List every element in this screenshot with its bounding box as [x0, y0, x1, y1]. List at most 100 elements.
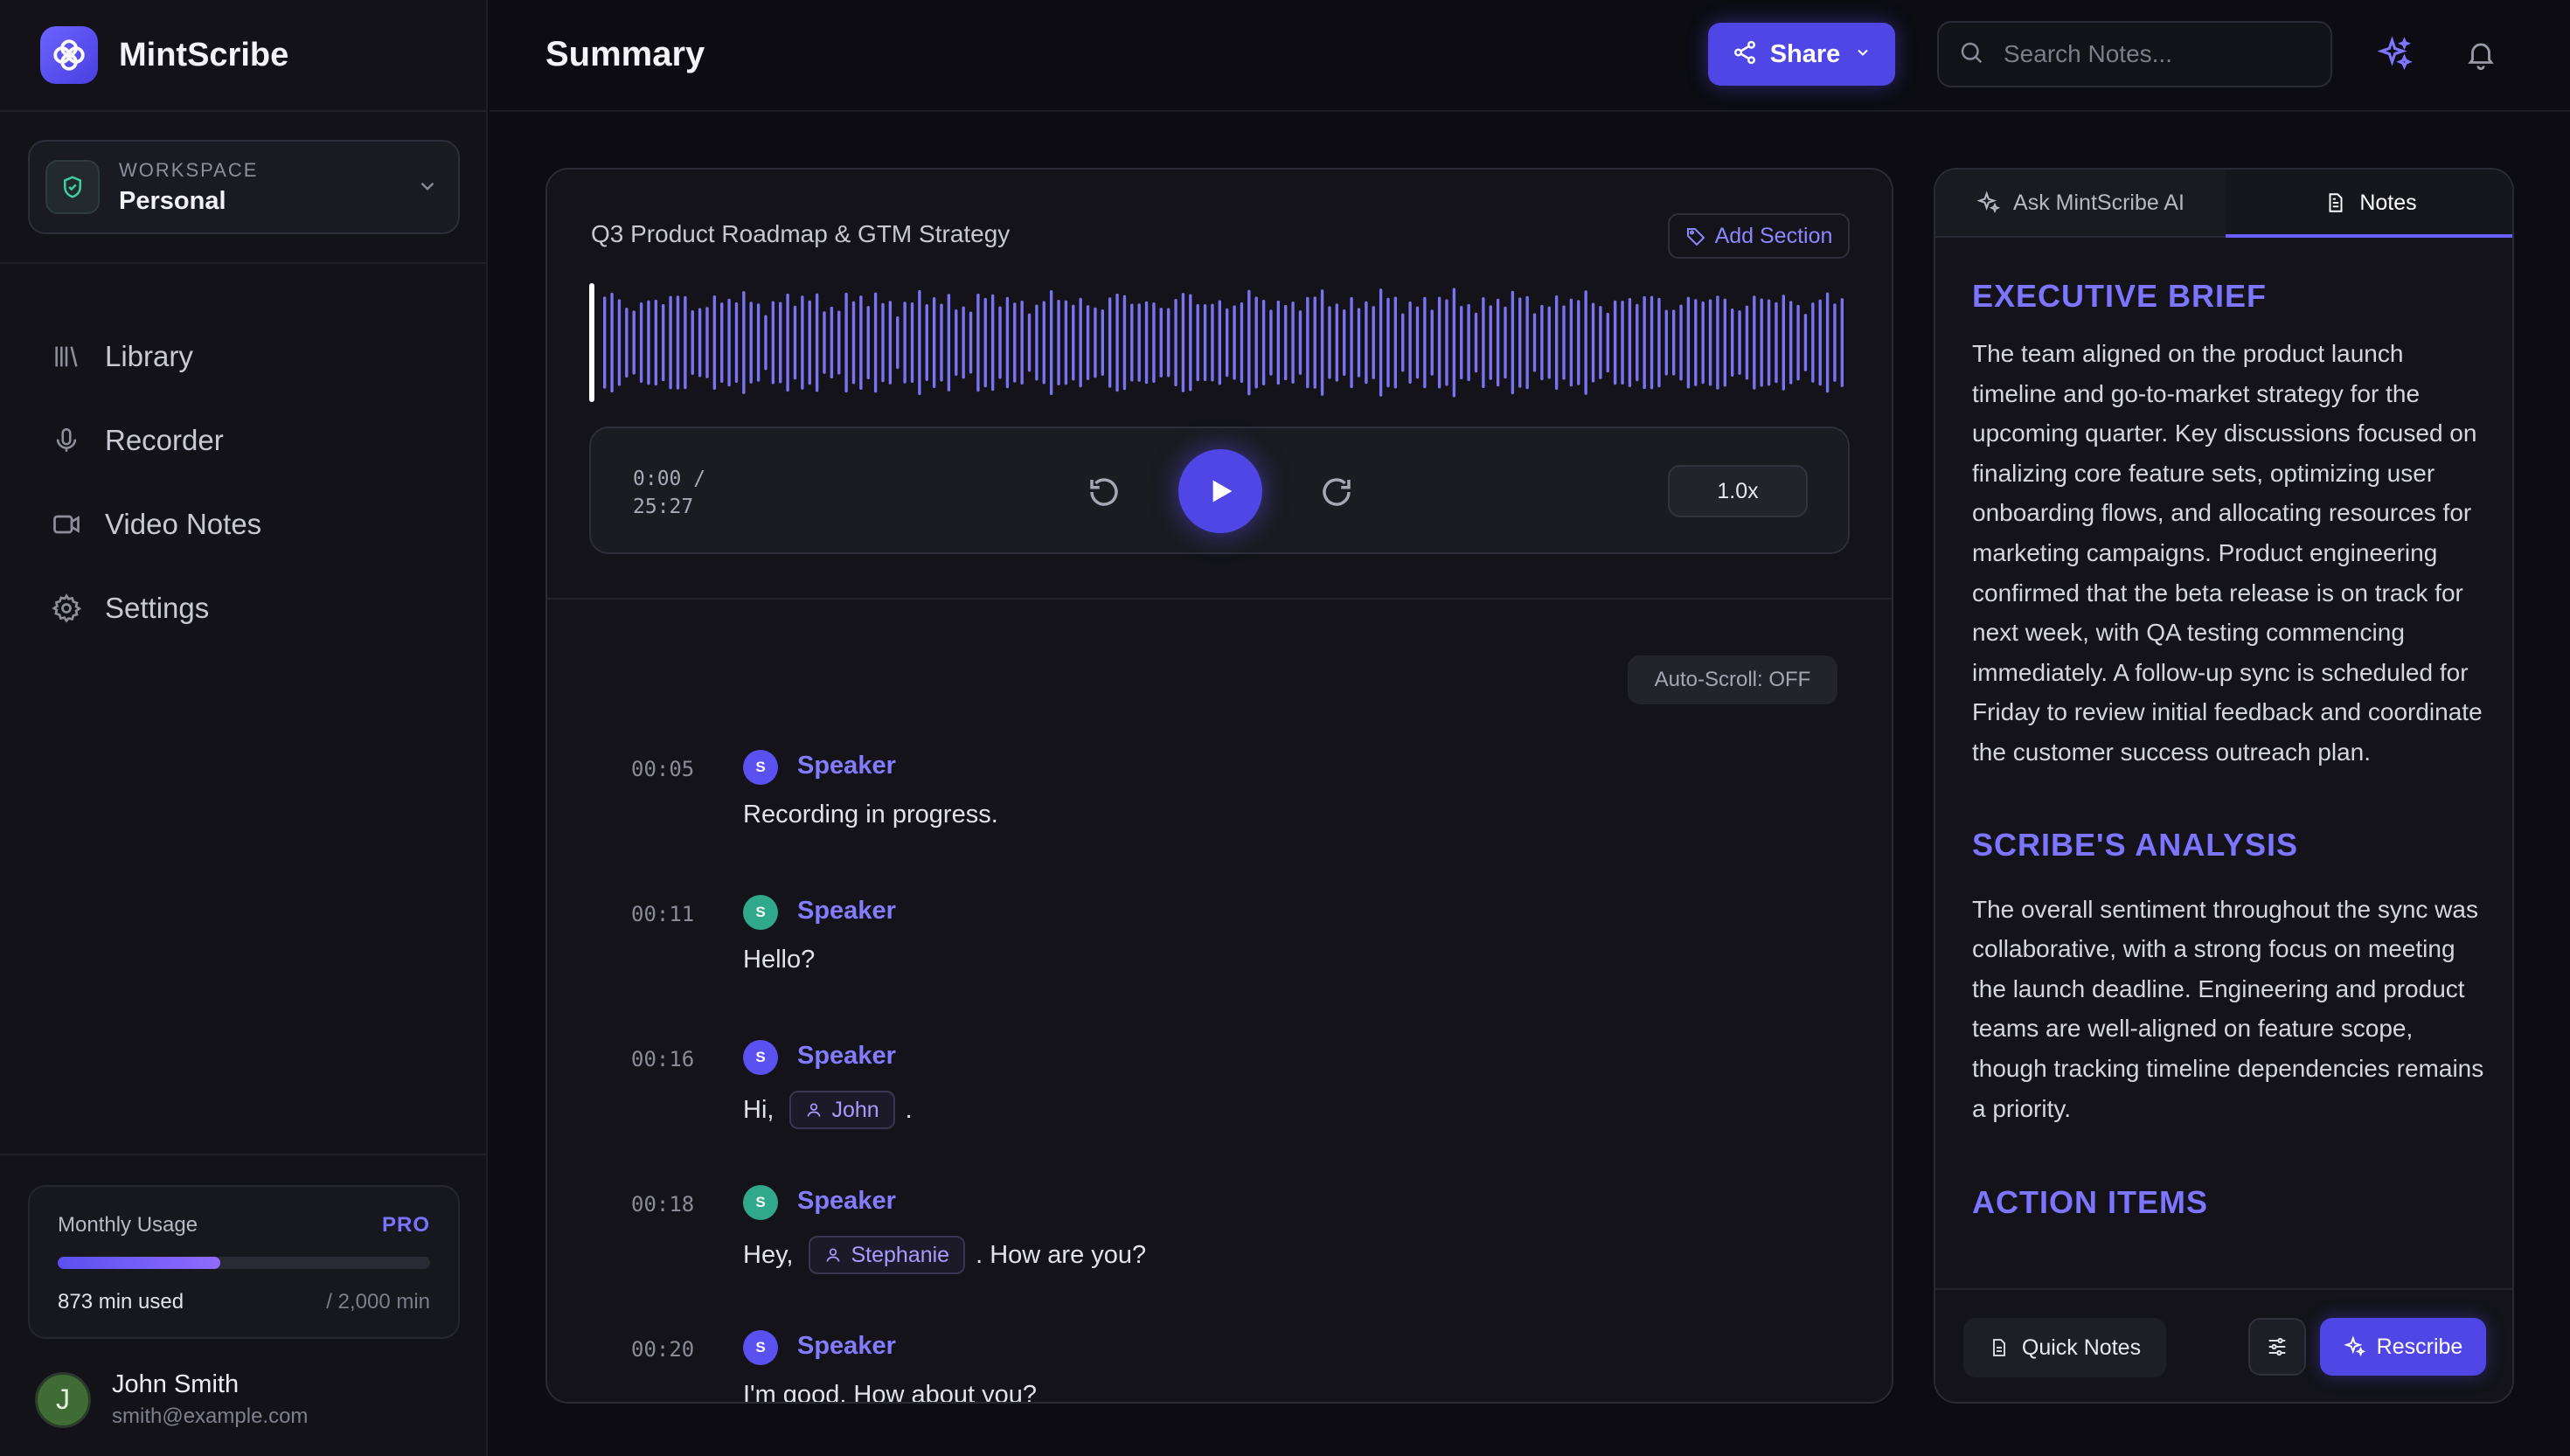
segment-timestamp[interactable]: 00:20: [631, 1337, 694, 1362]
transcript-segment: 00:20 S Speaker I'm good. How about you?: [631, 1327, 1837, 1404]
waveform-bar: [1489, 305, 1492, 380]
waveform-bar: [1166, 308, 1170, 378]
playhead: [589, 283, 594, 402]
waveform-bar: [1636, 303, 1639, 382]
waveform-bar: [1226, 308, 1229, 378]
auto-scroll-toggle[interactable]: Auto-Scroll: OFF: [1628, 655, 1837, 704]
speaker-name[interactable]: Speaker: [797, 752, 896, 780]
waveform-bar: [896, 315, 900, 370]
sparkle-icon: [1976, 191, 2001, 213]
rescribe-button[interactable]: Rescribe: [2320, 1318, 2486, 1376]
waveform-bar: [1745, 305, 1749, 380]
speaker-name[interactable]: Speaker: [797, 1332, 896, 1361]
search-icon: [1958, 39, 1984, 70]
mention-chip[interactable]: Stephanie: [809, 1236, 966, 1274]
sidebar-item-label: Library: [105, 340, 193, 372]
search-box[interactable]: [1937, 21, 2332, 87]
waveform-bar: [793, 305, 797, 380]
mention-label: John: [831, 1097, 879, 1122]
segment-text-part: Recording in progress.: [743, 801, 998, 829]
speaker-name[interactable]: Speaker: [797, 1187, 896, 1216]
panel-tabs: Ask MintScribe AI Notes: [1935, 170, 2512, 238]
waveform-bar: [1064, 300, 1068, 385]
transcript-segment: 00:16 S Speaker Hi, John.: [631, 1037, 1837, 1182]
waveform-bar: [1086, 305, 1090, 380]
segment-text-part: . How are you?: [976, 1240, 1147, 1269]
speaker-name[interactable]: Speaker: [797, 1042, 896, 1071]
rescribe-label: Rescribe: [2376, 1334, 2463, 1359]
settings-sliders-button[interactable]: [2248, 1318, 2306, 1376]
waveform-bar: [1796, 304, 1800, 381]
sliders-icon: [2268, 1337, 2286, 1356]
waveform-bar: [1013, 302, 1017, 383]
rewind-button[interactable]: [1082, 470, 1126, 514]
speaker-avatar: S: [743, 1040, 778, 1075]
sidebar-item-label: Recorder: [105, 424, 224, 456]
waveform-bar: [955, 309, 958, 377]
waveform-bar: [676, 295, 680, 390]
brand-name: MintScribe: [119, 36, 289, 73]
waveform-bar: [1525, 295, 1529, 390]
segment-timestamp[interactable]: 00:18: [631, 1192, 694, 1217]
add-section-button[interactable]: Add Section: [1668, 213, 1850, 259]
brand[interactable]: MintScribe: [40, 26, 288, 84]
waveform-bar: [720, 302, 724, 383]
segment-timestamp[interactable]: 00:16: [631, 1047, 694, 1071]
waveform-bar: [1547, 306, 1551, 379]
tab-label: Ask MintScribe AI: [2013, 190, 2184, 215]
waveform-bar: [1738, 310, 1741, 375]
sidebar-item-library[interactable]: Library: [49, 315, 261, 399]
usage-title: Monthly Usage: [58, 1213, 198, 1237]
play-button[interactable]: [1178, 449, 1262, 533]
share-button[interactable]: Share: [1708, 23, 1895, 86]
section-heading: ACTION ITEMS: [1972, 1184, 2208, 1221]
audio-waveform[interactable]: [589, 283, 1848, 402]
quick-notes-button[interactable]: Quick Notes: [1963, 1318, 2166, 1377]
chevron-down-icon: [416, 175, 439, 202]
waveform-bar: [1240, 302, 1244, 384]
video-icon: [49, 507, 84, 542]
playback-speed-button[interactable]: 1.0x: [1668, 465, 1808, 517]
sidebar-item-settings[interactable]: Settings: [49, 566, 261, 650]
waveform-bar: [654, 299, 658, 386]
search-input[interactable]: [2004, 40, 2318, 68]
segment-timestamp[interactable]: 00:05: [631, 757, 694, 781]
workspace-selector[interactable]: WORKSPACE Personal: [28, 140, 460, 234]
waveform-bar: [1005, 296, 1010, 389]
logo-icon: [40, 26, 98, 84]
sidebar-item-recorder[interactable]: Recorder: [49, 399, 261, 482]
waveform-bar: [1445, 299, 1448, 386]
waveform-bar: [1613, 300, 1617, 385]
segment-timestamp[interactable]: 00:11: [631, 902, 694, 926]
waveform-bar: [1130, 303, 1134, 382]
waveform-bar: [1020, 300, 1024, 385]
transcript-segment: 00:05 S Speaker Recording in progress.: [631, 746, 1837, 891]
segment-text-part: I'm good. How about you?: [743, 1381, 1038, 1404]
section-body: The overall sentiment throughout the syn…: [1972, 895, 2484, 1122]
mention-chip[interactable]: John: [789, 1091, 895, 1129]
user-name: John Smith: [112, 1370, 240, 1398]
tab-ask-ai[interactable]: Ask MintScribe AI: [1935, 170, 2226, 236]
waveform-bar: [1803, 314, 1808, 371]
divider: [0, 262, 488, 264]
waveform-bar: [1181, 293, 1185, 392]
ai-sparkle-icon[interactable]: [2376, 35, 2414, 73]
sparkle-icon: [2343, 1335, 2365, 1357]
recording-title: Q3 Product Roadmap & GTM Strategy: [591, 220, 1011, 247]
waveform-bar: [976, 293, 980, 392]
transcript-list: 00:05 S Speaker Recording in progress. 00:11…: [631, 746, 1837, 1404]
waveform-bar: [1115, 293, 1119, 392]
sidebar-item-video-notes[interactable]: Video Notes: [49, 482, 261, 566]
duration: 25:27: [633, 496, 694, 518]
speaker-name[interactable]: Speaker: [797, 897, 896, 926]
waveform-bar: [1650, 295, 1654, 390]
person-icon: [807, 1103, 821, 1117]
audio-player: 0:00 / 25:27 1.0x: [589, 426, 1850, 554]
tab-notes[interactable]: Notes: [2226, 170, 2512, 238]
forward-button[interactable]: [1315, 470, 1358, 514]
waveform-bar: [1825, 292, 1830, 393]
user-profile[interactable]: J John Smith smith@example.com: [35, 1370, 308, 1429]
bell-icon[interactable]: [2462, 35, 2500, 73]
share-label: Share: [1769, 39, 1841, 68]
waveform-bar: [932, 296, 936, 389]
